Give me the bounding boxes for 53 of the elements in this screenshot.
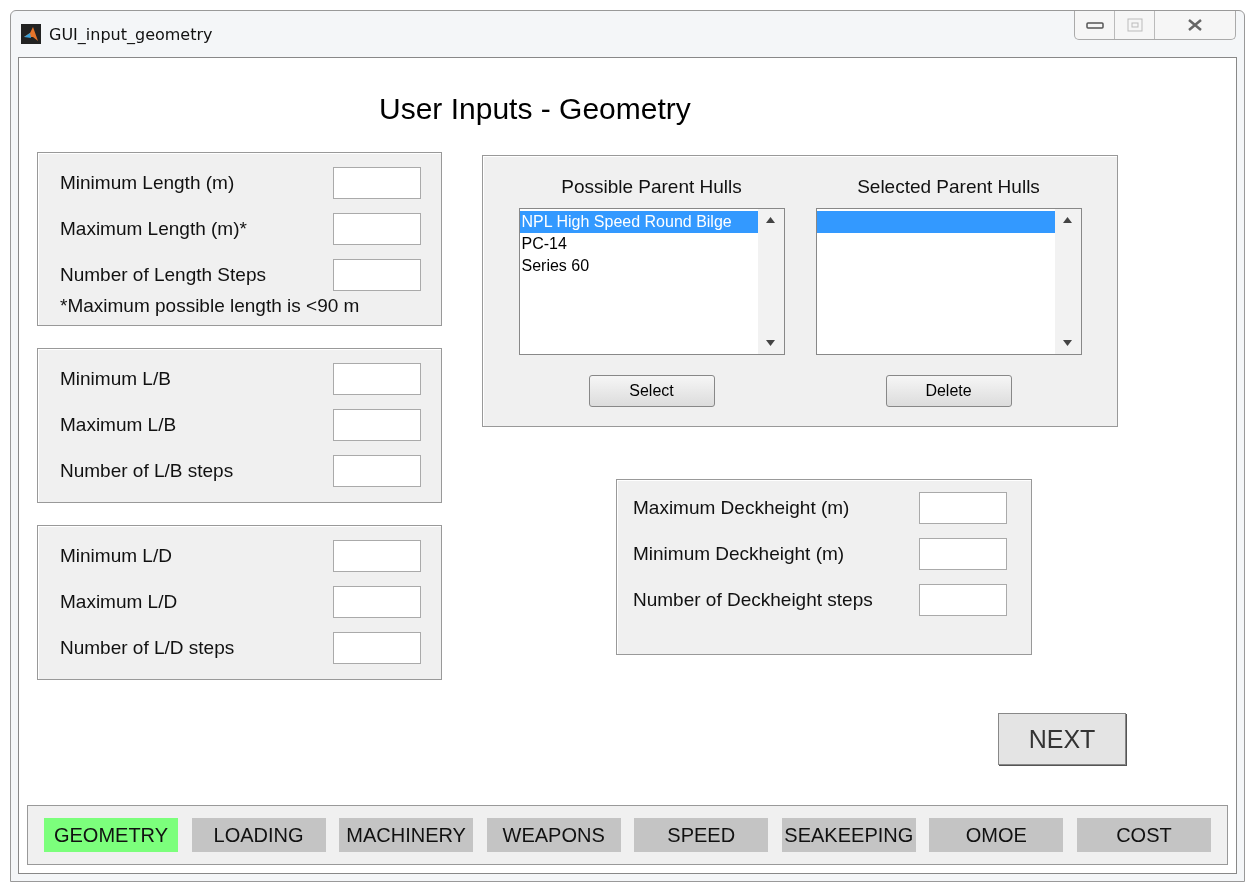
field-label: Maximum Length (m)* (60, 218, 247, 240)
field-label: Number of L/D steps (60, 637, 235, 659)
input-field[interactable] (919, 492, 1007, 524)
field-label: Minimum L/B (60, 368, 171, 390)
field-label: Number of Deckheight steps (633, 589, 873, 611)
field-label: Maximum Deckheight (m) (633, 497, 850, 519)
page-heading: User Inputs - Geometry (379, 92, 692, 126)
scrollbar[interactable] (757, 209, 784, 354)
tab[interactable]: OMOE (929, 818, 1064, 852)
tab[interactable]: WEAPONS (486, 818, 621, 852)
scroll-down-icon[interactable] (1063, 340, 1072, 346)
scrollbar[interactable] (1054, 209, 1081, 354)
list-item[interactable]: PC-14 (519, 233, 758, 255)
field-label: Maximum L/B (60, 414, 177, 436)
field-label: Number of Length Steps (60, 264, 266, 286)
field-label: Number of L/B steps (60, 460, 234, 482)
input-field[interactable] (333, 409, 421, 441)
scroll-up-icon[interactable] (1063, 217, 1072, 223)
input-field[interactable] (333, 586, 421, 618)
input-field[interactable] (333, 540, 421, 572)
tab[interactable]: SPEED (634, 818, 769, 852)
input-field[interactable] (333, 167, 421, 199)
input-field[interactable] (333, 213, 421, 245)
delete-button[interactable]: Delete (885, 375, 1012, 407)
scroll-up-icon[interactable] (766, 217, 775, 223)
tab[interactable]: LOADING (191, 818, 326, 852)
field-label: Minimum L/D (60, 545, 172, 567)
input-field[interactable] (919, 584, 1007, 616)
input-field[interactable] (333, 363, 421, 395)
list-box[interactable]: NPL High Speed Round Bilge PC-14 Series 60 (518, 208, 785, 355)
input-field[interactable] (919, 538, 1007, 570)
scroll-down-icon[interactable] (766, 340, 775, 346)
select-button[interactable]: Select (588, 375, 715, 407)
field-label: Minimum Deckheight (m) (633, 543, 845, 565)
field-label: Minimum Length (m) (60, 172, 235, 194)
maximize-icon[interactable] (1126, 18, 1143, 32)
input-field[interactable] (333, 259, 421, 291)
window-title: GUI_input_geometry (49, 24, 213, 44)
input-field[interactable] (333, 455, 421, 487)
note-text: *Maximum possible length is <90 m (60, 295, 361, 317)
list-title: Possible Parent Hulls (561, 176, 742, 198)
list-item[interactable]: Series 60 (519, 255, 758, 277)
tab[interactable]: GEOMETRY (44, 818, 178, 852)
close-icon[interactable] (1187, 18, 1203, 32)
next-button[interactable]: NEXT (998, 713, 1126, 765)
minimize-icon[interactable] (1084, 20, 1105, 30)
input-field[interactable] (333, 632, 421, 664)
app-logo-icon (21, 24, 41, 44)
tab[interactable]: SEAKEEPING (781, 818, 916, 852)
tab[interactable]: COST (1076, 818, 1211, 852)
field-label: Maximum L/D (60, 591, 178, 613)
list-title: Selected Parent Hulls (857, 176, 1040, 198)
tab[interactable]: MACHINERY (339, 818, 474, 852)
